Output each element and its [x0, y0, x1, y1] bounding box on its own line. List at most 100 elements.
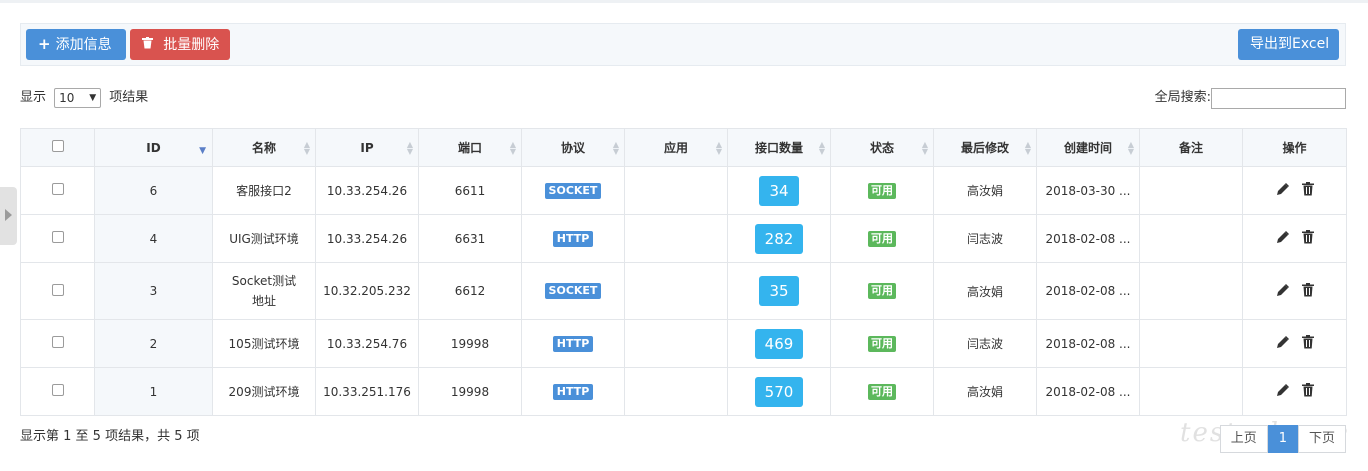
column-header-id[interactable]: ID ▼	[94, 128, 213, 167]
sort-desc-icon: ▼	[199, 146, 206, 156]
column-header-count[interactable]: 接口数量 ▲ ▼	[727, 128, 831, 167]
cell-name: 209测试环境	[212, 367, 316, 416]
select-all-checkbox[interactable]	[51, 140, 64, 152]
length-prefix-label: 显示	[20, 90, 47, 105]
protocol-badge: HTTP	[552, 383, 594, 400]
delete-trash-icon[interactable]	[1301, 335, 1314, 352]
cell-protocol: HTTP	[521, 214, 625, 263]
column-header-modifier[interactable]: 最后修改 ▲ ▼	[933, 128, 1037, 167]
interface-count-badge[interactable]: 282	[754, 223, 804, 254]
plus-icon: +	[38, 35, 51, 53]
delete-trash-icon[interactable]	[1301, 230, 1314, 247]
cell-ip: 10.33.254.26	[315, 166, 419, 215]
row-select-cell[interactable]	[20, 367, 95, 416]
interface-count-badge[interactable]: 35	[759, 276, 799, 306]
cell-remark	[1139, 214, 1243, 263]
cell-ip: 10.33.254.26	[315, 214, 419, 263]
column-header-ip[interactable]: IP ▲ ▼	[315, 128, 419, 167]
caret-down-icon: ▼	[89, 93, 97, 103]
interface-count-badge[interactable]: 469	[754, 328, 804, 359]
edit-pencil-icon[interactable]	[1276, 283, 1290, 300]
cell-modifier: 闫志波	[933, 319, 1037, 368]
column-header-name[interactable]: 名称 ▲ ▼	[212, 128, 316, 167]
cell-status: 可用	[830, 262, 934, 320]
batch-delete-button[interactable]: 批量删除	[130, 29, 230, 60]
row-checkbox[interactable]	[51, 283, 64, 296]
delete-trash-icon[interactable]	[1301, 383, 1314, 400]
interface-count-badge[interactable]: 34	[759, 175, 799, 206]
pagination: 上页 1 下页	[1219, 425, 1346, 453]
row-checkbox[interactable]	[51, 384, 64, 396]
protocol-badge: HTTP	[552, 230, 594, 247]
cell-app	[624, 367, 728, 416]
cell-status: 可用	[830, 166, 934, 215]
next-page-button[interactable]: 下页	[1297, 425, 1346, 453]
status-badge: 可用	[868, 335, 896, 352]
page-1-button[interactable]: 1	[1267, 425, 1298, 453]
column-header-status[interactable]: 状态 ▲ ▼	[830, 128, 934, 167]
cell-count: 35	[727, 262, 831, 320]
table-row: 2 105测试环境 10.33.254.76 19998 HTTP 469 可用…	[20, 319, 1347, 368]
cell-modifier: 闫志波	[933, 214, 1037, 263]
edit-pencil-icon[interactable]	[1276, 182, 1290, 199]
cell-port: 19998	[418, 319, 522, 368]
select-all-header[interactable]	[20, 128, 95, 167]
cell-ops	[1242, 214, 1347, 263]
edit-pencil-icon[interactable]	[1276, 230, 1290, 247]
row-checkbox[interactable]	[51, 231, 64, 243]
sort-icon: ▲ ▼	[1127, 140, 1134, 156]
table-row: 6 客服接口2 10.33.254.26 6611 SOCKET 34 可用 高…	[20, 166, 1347, 215]
row-select-cell[interactable]	[20, 166, 95, 215]
export-excel-button[interactable]: 导出到Excel	[1238, 29, 1339, 60]
cell-id: 2	[94, 319, 213, 368]
cell-status: 可用	[830, 319, 934, 368]
cell-count: 282	[727, 214, 831, 263]
sort-icon: ▲ ▼	[406, 140, 413, 156]
edit-pencil-icon[interactable]	[1276, 335, 1290, 352]
edit-pencil-icon[interactable]	[1276, 383, 1290, 400]
row-select-cell[interactable]	[20, 262, 95, 320]
page-length-select[interactable]: 10 ▼	[54, 88, 102, 108]
cell-protocol: SOCKET	[521, 262, 625, 320]
column-header-remark: 备注	[1139, 128, 1243, 167]
column-header-port[interactable]: 端口 ▲ ▼	[418, 128, 522, 167]
protocol-badge: SOCKET	[544, 283, 602, 299]
add-info-button[interactable]: + 添加信息	[26, 29, 126, 60]
row-checkbox[interactable]	[51, 183, 64, 195]
cell-remark	[1139, 367, 1243, 416]
sort-icon: ▲ ▼	[509, 140, 516, 156]
cell-name: UIG测试环境	[212, 214, 316, 263]
column-header-app[interactable]: 应用 ▲ ▼	[624, 128, 728, 167]
search-input[interactable]	[1211, 87, 1346, 109]
cell-id: 1	[94, 367, 213, 416]
global-search: 全局搜索:	[1155, 87, 1346, 109]
cell-port: 6612	[418, 262, 522, 320]
cell-ops	[1242, 262, 1347, 320]
sort-icon: ▲ ▼	[303, 140, 310, 156]
cell-count: 570	[727, 367, 831, 416]
sidebar-toggle-handle[interactable]	[0, 187, 17, 245]
cell-protocol: HTTP	[521, 367, 625, 416]
cell-app	[624, 262, 728, 320]
cell-ip: 10.33.251.176	[315, 367, 419, 416]
row-select-cell[interactable]	[20, 214, 95, 263]
prev-page-button[interactable]: 上页	[1219, 425, 1268, 453]
sort-icon: ▲ ▼	[1024, 140, 1031, 156]
column-header-protocol[interactable]: 协议 ▲ ▼	[521, 128, 625, 167]
sort-icon: ▲ ▼	[818, 140, 825, 156]
row-checkbox[interactable]	[51, 336, 64, 348]
cell-port: 6631	[418, 214, 522, 263]
interface-count-badge[interactable]: 570	[754, 376, 804, 407]
cell-port: 19998	[418, 367, 522, 416]
cell-name: 客服接口2	[212, 166, 316, 215]
cell-app	[624, 319, 728, 368]
column-header-ops: 操作	[1242, 128, 1347, 167]
status-badge: 可用	[868, 383, 896, 400]
cell-created: 2018-03-30 ...	[1036, 166, 1140, 215]
delete-trash-icon[interactable]	[1301, 282, 1314, 300]
column-header-created[interactable]: 创建时间 ▲ ▼	[1036, 128, 1140, 167]
delete-trash-icon[interactable]	[1301, 182, 1314, 199]
cell-ops	[1242, 166, 1347, 215]
row-select-cell[interactable]	[20, 319, 95, 368]
cell-app	[624, 214, 728, 263]
